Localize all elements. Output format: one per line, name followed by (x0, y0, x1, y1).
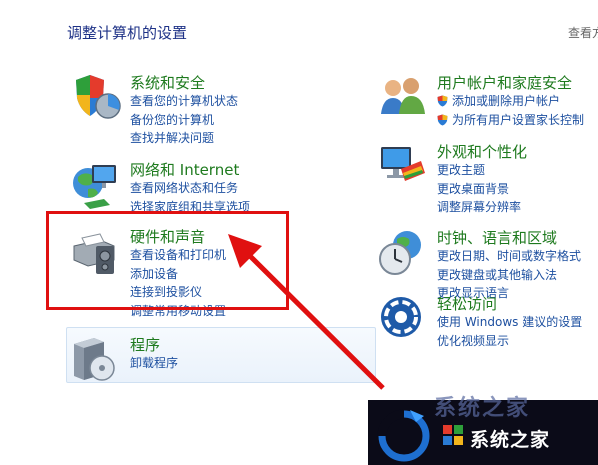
category-title[interactable]: 时钟、语言和区域 (437, 227, 557, 248)
network-globe-icon[interactable] (70, 159, 122, 211)
users-icon[interactable] (377, 72, 429, 124)
link-text: 为所有用户设置家长控制 (452, 112, 585, 127)
category-title[interactable]: 网络和 Internet (130, 159, 239, 180)
category-title[interactable]: 系统和安全 (130, 72, 205, 93)
category-title[interactable]: 外观和个性化 (437, 141, 527, 162)
watermark-top-text: 系统之家 (434, 396, 531, 421)
link-windows-suggested-settings[interactable]: 使用 Windows 建议的设置 (437, 313, 582, 332)
link-desktop-background[interactable]: 更改桌面背景 (437, 180, 521, 199)
uac-shield-icon (437, 95, 448, 107)
link-parental-controls[interactable]: 为所有用户设置家长控制 (437, 111, 584, 130)
shield-pc-icon[interactable] (70, 72, 122, 124)
watermark: 系统之家 系统之家 (368, 396, 598, 465)
link-view-computer-status[interactable]: 查看您的计算机状态 (130, 92, 238, 111)
link-change-theme[interactable]: 更改主题 (437, 161, 521, 180)
category-title[interactable]: 轻松访问 (437, 293, 497, 314)
highlight-rectangle (46, 211, 289, 310)
monitor-palette-icon[interactable] (377, 141, 429, 193)
category-title[interactable]: 程序 (130, 334, 160, 355)
link-text: 添加或删除用户帐户 (452, 94, 561, 108)
clock-globe-icon[interactable] (377, 227, 429, 279)
link-uninstall-program[interactable]: 卸载程序 (130, 354, 178, 373)
page-title: 调整计算机的设置 (67, 24, 188, 42)
link-date-time-format[interactable]: 更改日期、时间或数字格式 (437, 247, 581, 266)
link-screen-resolution[interactable]: 调整屏幕分辨率 (437, 198, 521, 217)
programs-box-icon[interactable] (70, 334, 122, 386)
system-home-logo-icon (377, 409, 430, 462)
link-backup-computer[interactable]: 备份您的计算机 (130, 111, 238, 130)
watermark-text: 系统之家 (470, 429, 551, 451)
view-by-label[interactable]: 查看方 (568, 24, 598, 41)
category-title[interactable]: 用户帐户和家庭安全 (437, 72, 572, 93)
ease-of-access-icon[interactable] (377, 293, 429, 345)
link-troubleshoot[interactable]: 查找并解决问题 (130, 129, 238, 148)
windows-flag-icon (443, 425, 463, 445)
link-view-network-status[interactable]: 查看网络状态和任务 (130, 179, 250, 198)
link-keyboard-input[interactable]: 更改键盘或其他输入法 (437, 266, 581, 285)
link-add-remove-accounts[interactable]: 添加或删除用户帐户 (437, 92, 584, 111)
link-optimize-display[interactable]: 优化视频显示 (437, 332, 582, 351)
uac-shield-icon (437, 114, 448, 125)
